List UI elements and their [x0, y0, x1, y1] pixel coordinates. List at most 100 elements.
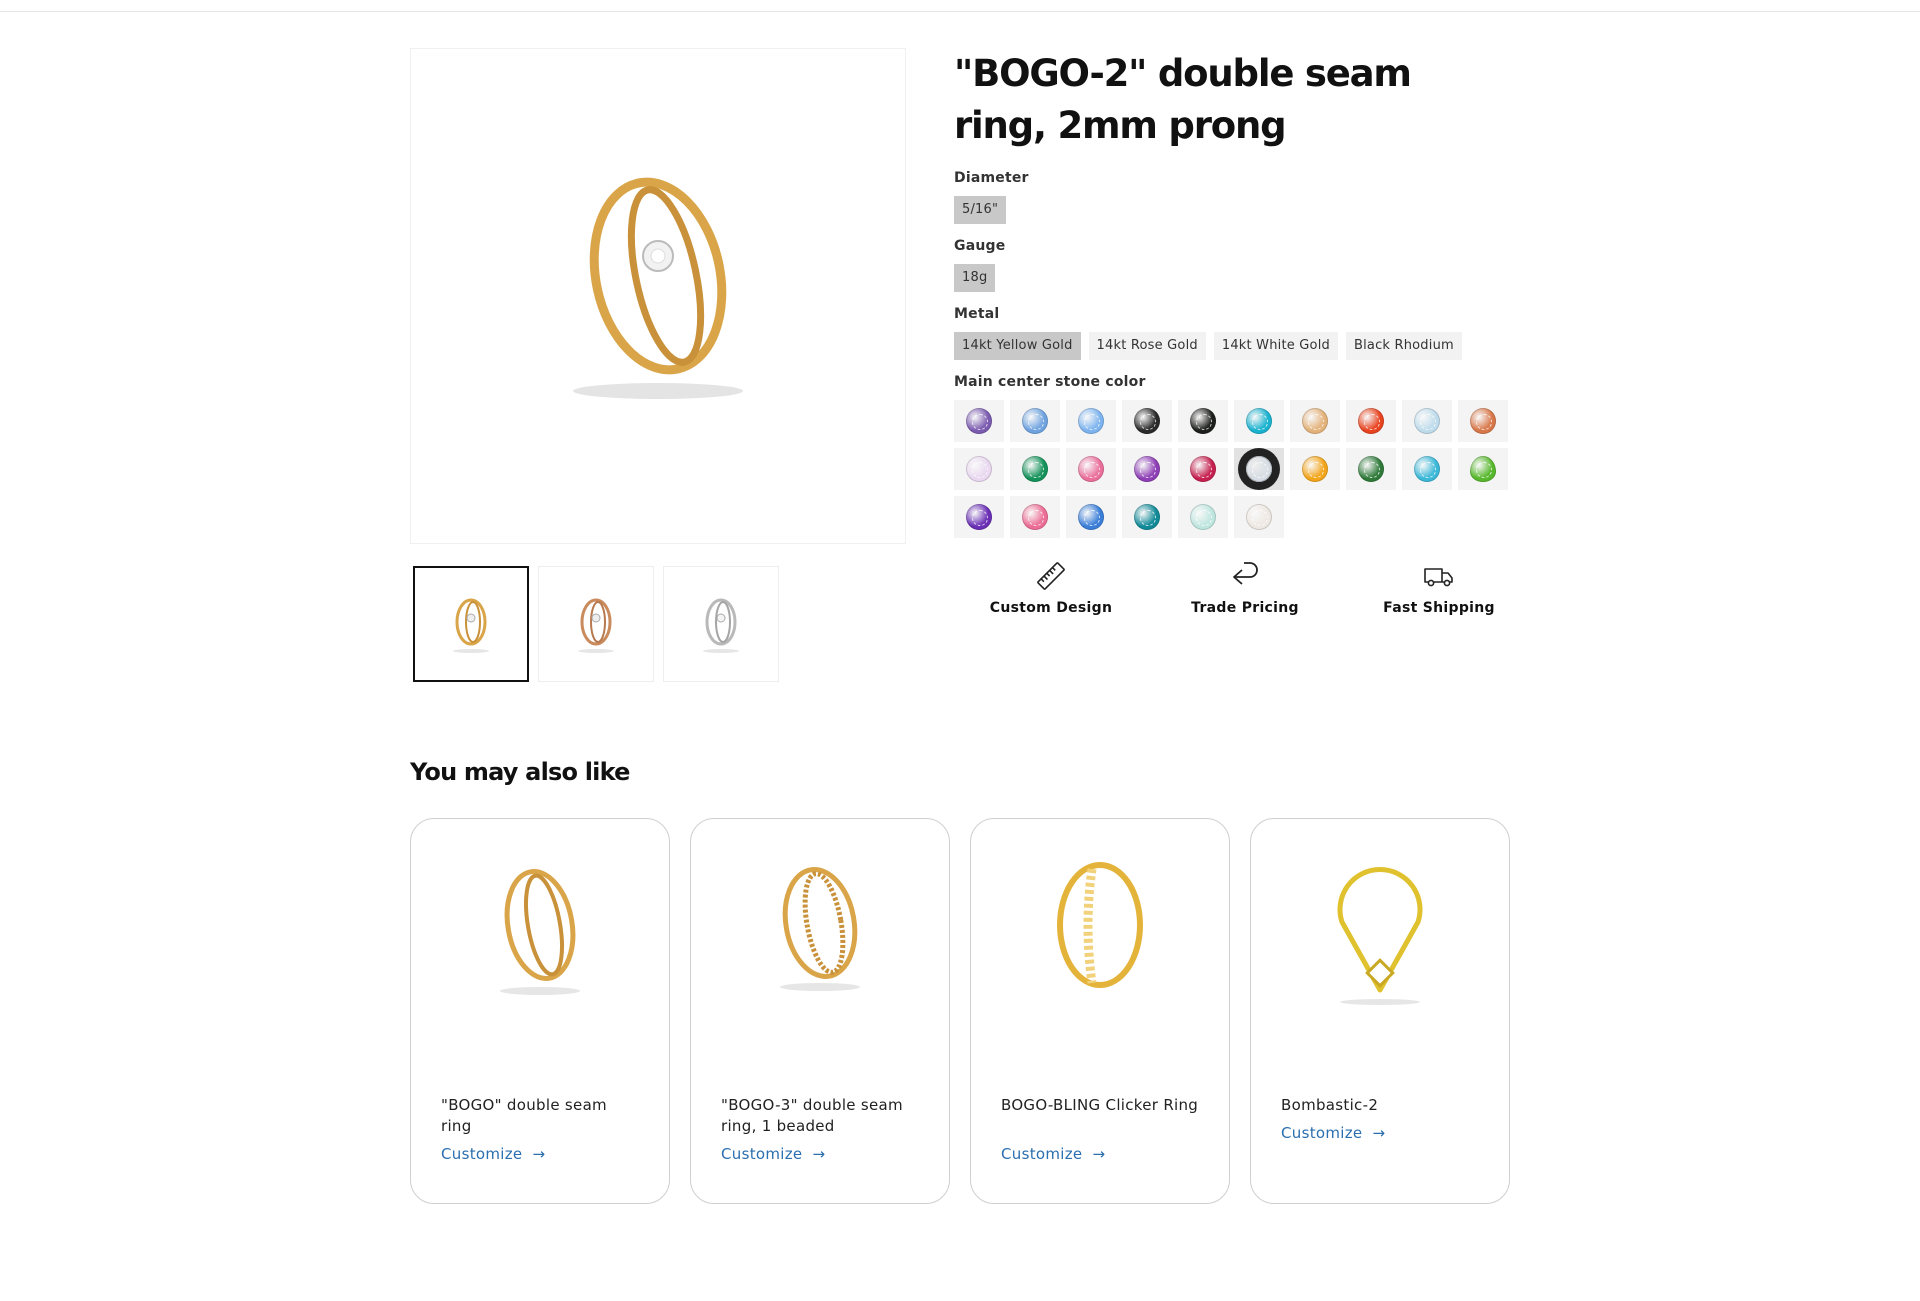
stone-color-swatch[interactable] [1010, 496, 1060, 538]
stone-color-swatch[interactable] [954, 496, 1004, 538]
gem-icon [1022, 408, 1048, 434]
stone-color-swatch[interactable] [1066, 448, 1116, 490]
customize-link[interactable]: Customize → [721, 1145, 825, 1163]
stone-color-swatch[interactable] [1290, 400, 1340, 442]
stone-color-swatches [954, 400, 1514, 538]
arrow-right-icon: → [532, 1145, 546, 1163]
ruler-icon [1037, 562, 1065, 590]
stone-color-swatch[interactable] [1234, 496, 1284, 538]
gem-icon [1414, 456, 1440, 482]
ring-image [780, 866, 860, 991]
product-info: "BOGO-2" double seam ring, 2mm prong Dia… [954, 48, 1514, 616]
stone-color-swatch[interactable] [1178, 496, 1228, 538]
thumbnail-yellow-gold[interactable] [413, 566, 529, 682]
gem-icon [1134, 456, 1160, 482]
gem-icon [1190, 408, 1216, 434]
gem-icon [1134, 504, 1160, 530]
gem-icon [1022, 504, 1048, 530]
stone-color-swatch[interactable] [1234, 448, 1284, 490]
stone-color-swatch[interactable] [954, 400, 1004, 442]
metal-label: Metal [954, 306, 1000, 322]
metal-option-rose-gold[interactable]: 14kt Rose Gold [1088, 332, 1206, 360]
thumbnail-rose-gold[interactable] [538, 566, 654, 682]
diameter-option[interactable]: 5/16" [954, 196, 1007, 224]
gem-icon [1022, 456, 1048, 482]
feature-label: Custom Design [989, 600, 1113, 616]
metal-options: 14kt Yellow Gold 14kt Rose Gold 14kt Whi… [954, 332, 1514, 360]
gem-icon [1190, 456, 1216, 482]
stone-color-swatch[interactable] [1010, 400, 1060, 442]
stone-color-swatch[interactable] [1066, 496, 1116, 538]
arrow-right-icon: → [1372, 1124, 1386, 1142]
related-product-image [1251, 857, 1509, 1007]
gauge-label: Gauge [954, 238, 1006, 254]
feature-custom-design: Custom Design [954, 560, 1148, 616]
ring-image [573, 177, 743, 399]
metal-option-black-rhodium[interactable]: Black Rhodium [1345, 332, 1462, 360]
related-product-card[interactable]: "BOGO-3" double seam ring, 1 beaded Cust… [690, 818, 950, 1204]
customize-link[interactable]: Customize → [1281, 1124, 1385, 1142]
stone-color-swatch[interactable] [1234, 400, 1284, 442]
stone-color-swatch[interactable] [1066, 400, 1116, 442]
related-product-card[interactable]: BOGO-BLING Clicker Ring Customize → [970, 818, 1230, 1204]
gem-icon [1358, 408, 1384, 434]
product-title: "BOGO-2" double seam ring, 2mm prong [954, 52, 1412, 147]
feature-fast-shipping: Fast Shipping [1342, 560, 1536, 616]
gem-icon [1414, 408, 1440, 434]
header-divider [0, 11, 1920, 12]
customize-link[interactable]: Customize → [1001, 1145, 1105, 1163]
truck-icon [1424, 568, 1453, 587]
stone-color-swatch[interactable] [1290, 448, 1340, 490]
gauge-option[interactable]: 18g [954, 264, 996, 292]
related-product-card[interactable]: "BOGO" double seam ring Customize → [410, 818, 670, 1204]
gem-icon [966, 456, 992, 482]
stone-color-swatch[interactable] [1458, 448, 1508, 490]
related-product-image [971, 857, 1229, 1007]
main-product-image[interactable] [410, 48, 906, 544]
customize-label: Customize [721, 1145, 803, 1163]
diameter-label: Diameter [954, 170, 1029, 186]
stone-color-swatch[interactable] [1458, 400, 1508, 442]
feature-list: Custom Design Trade Pricing Fast Shippin… [954, 560, 1536, 616]
related-product-card[interactable]: Bombastic-2 Customize → [1250, 818, 1510, 1204]
ring-thumb-icon [578, 598, 614, 653]
stone-color-swatch[interactable] [1010, 448, 1060, 490]
customize-link[interactable]: Customize → [441, 1145, 545, 1163]
metal-option-yellow-gold[interactable]: 14kt Yellow Gold [954, 332, 1081, 360]
arrow-right-icon: → [812, 1145, 826, 1163]
stone-color-swatch[interactable] [1122, 448, 1172, 490]
stone-color-swatch[interactable] [1346, 448, 1396, 490]
gem-icon [1470, 456, 1496, 482]
related-product-image [411, 857, 669, 1007]
gem-icon [1246, 408, 1272, 434]
stone-color-swatch[interactable] [1122, 496, 1172, 538]
gem-icon [1470, 408, 1496, 434]
stone-color-swatch[interactable] [1402, 400, 1452, 442]
stone-color-swatch[interactable] [1178, 448, 1228, 490]
related-product-name: Bombastic-2 [1281, 1096, 1379, 1114]
stone-color-swatch[interactable] [954, 448, 1004, 490]
stone-color-label: Main center stone color [954, 374, 1146, 390]
feature-label: Fast Shipping [1383, 600, 1495, 616]
gauge-options: 18g [954, 264, 1514, 292]
stone-color-swatch[interactable] [1122, 400, 1172, 442]
ring-image [1337, 867, 1423, 1005]
stone-color-swatch[interactable] [1178, 400, 1228, 442]
customize-label: Customize [1001, 1145, 1083, 1163]
diameter-options: 5/16" [954, 196, 1514, 224]
related-product-name: BOGO-BLING Clicker Ring [1001, 1096, 1199, 1114]
stone-color-swatch[interactable] [1402, 448, 1452, 490]
gem-icon [1134, 408, 1160, 434]
metal-option-white-gold[interactable]: 14kt White Gold [1213, 332, 1338, 360]
gem-icon [1078, 408, 1104, 434]
ring-image [1057, 862, 1143, 988]
related-products-list: "BOGO" double seam ring Customize → "BOGO… [410, 818, 1510, 1204]
gem-icon [1246, 456, 1272, 482]
customize-label: Customize [1281, 1124, 1363, 1142]
gem-icon [1246, 504, 1272, 530]
ring-image [500, 869, 580, 995]
customize-label: Customize [441, 1145, 523, 1163]
gem-icon [1078, 504, 1104, 530]
thumbnail-white-gold[interactable] [663, 566, 779, 682]
stone-color-swatch[interactable] [1346, 400, 1396, 442]
